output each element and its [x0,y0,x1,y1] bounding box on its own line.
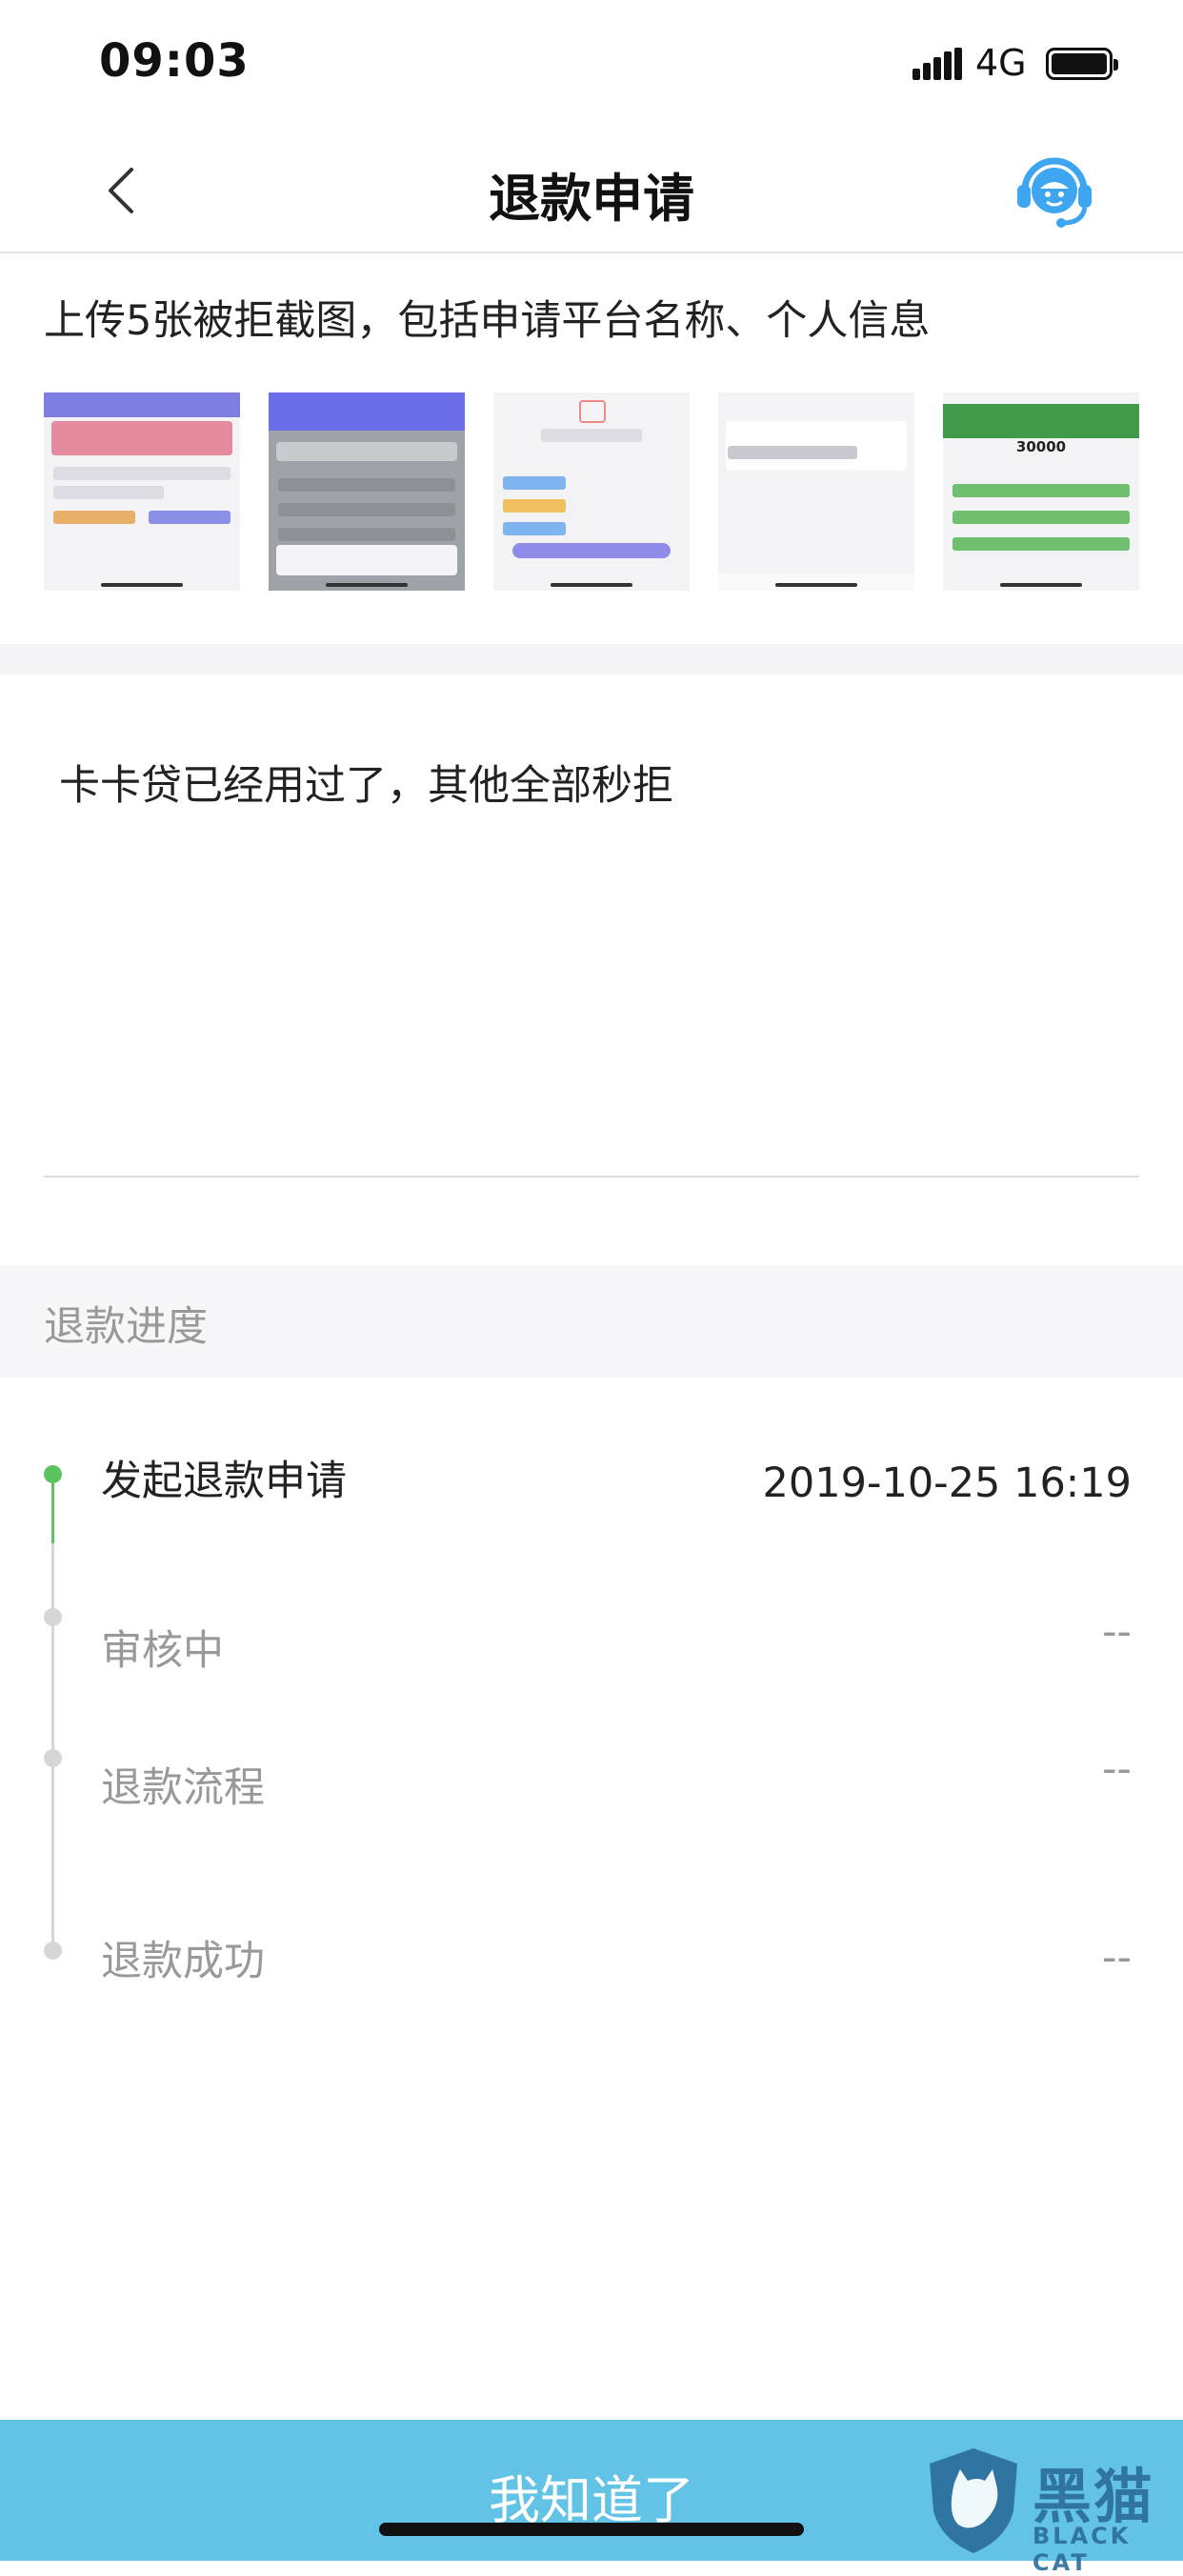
timeline-rail [51,1543,54,1953]
thumbnail-1[interactable] [44,392,240,591]
thumbnail-amount: 30000 [1015,438,1067,455]
screenshot-thumbnails: 30000 [44,392,1141,591]
nav-bar: 退款申请 [0,126,1183,253]
customer-service-icon [1017,157,1092,228]
step-dot [44,1608,62,1626]
upload-hint: 上传5张被拒截图，包括申请平台名称、个人信息 [44,297,931,345]
step-time: 2019-10-25 16:19 [762,1459,1132,1507]
thumbnail-5[interactable]: 30000 [943,392,1139,591]
section-divider [0,644,1183,674]
step-dot-active [44,1465,62,1483]
progress-header: 退款进度 [0,1265,1183,1378]
battery-icon [1046,48,1118,80]
signal-icon [912,48,962,80]
step-time: -- [1101,1608,1132,1656]
step-label: 退款成功 [101,1938,265,1985]
network-type: 4G [975,42,1027,84]
page-title: 退款申请 [489,169,694,229]
status-time: 09:03 [99,34,250,88]
refund-comment: 卡卡贷已经用过了，其他全部秒拒 [59,762,673,810]
comment-divider [44,1176,1139,1177]
step-time: -- [1101,1934,1132,1982]
step-label: 发起退款申请 [101,1458,347,1505]
watermark-cn: 黑猫 [1033,2462,1155,2531]
black-cat-watermark: 黑猫 BLACK CAT [922,2445,1177,2576]
timeline-rail-active [51,1475,54,1543]
step-label: 退款流程 [101,1764,265,1812]
customer-service-button[interactable] [1012,147,1097,232]
thumbnail-2[interactable] [269,392,465,591]
step-dot [44,1942,62,1960]
thumbnail-4[interactable] [718,392,914,591]
watermark-en: BLACK CAT [1033,2523,1132,2576]
progress-title: 退款进度 [44,1303,208,1351]
step-dot [44,1749,62,1767]
step-time: -- [1101,1745,1132,1793]
home-indicator [379,2523,804,2536]
thumbnail-3[interactable] [493,392,690,591]
step-label: 审核中 [101,1627,224,1675]
cat-shield-icon [930,2448,1017,2553]
status-bar: 09:03 4G [0,0,1183,126]
